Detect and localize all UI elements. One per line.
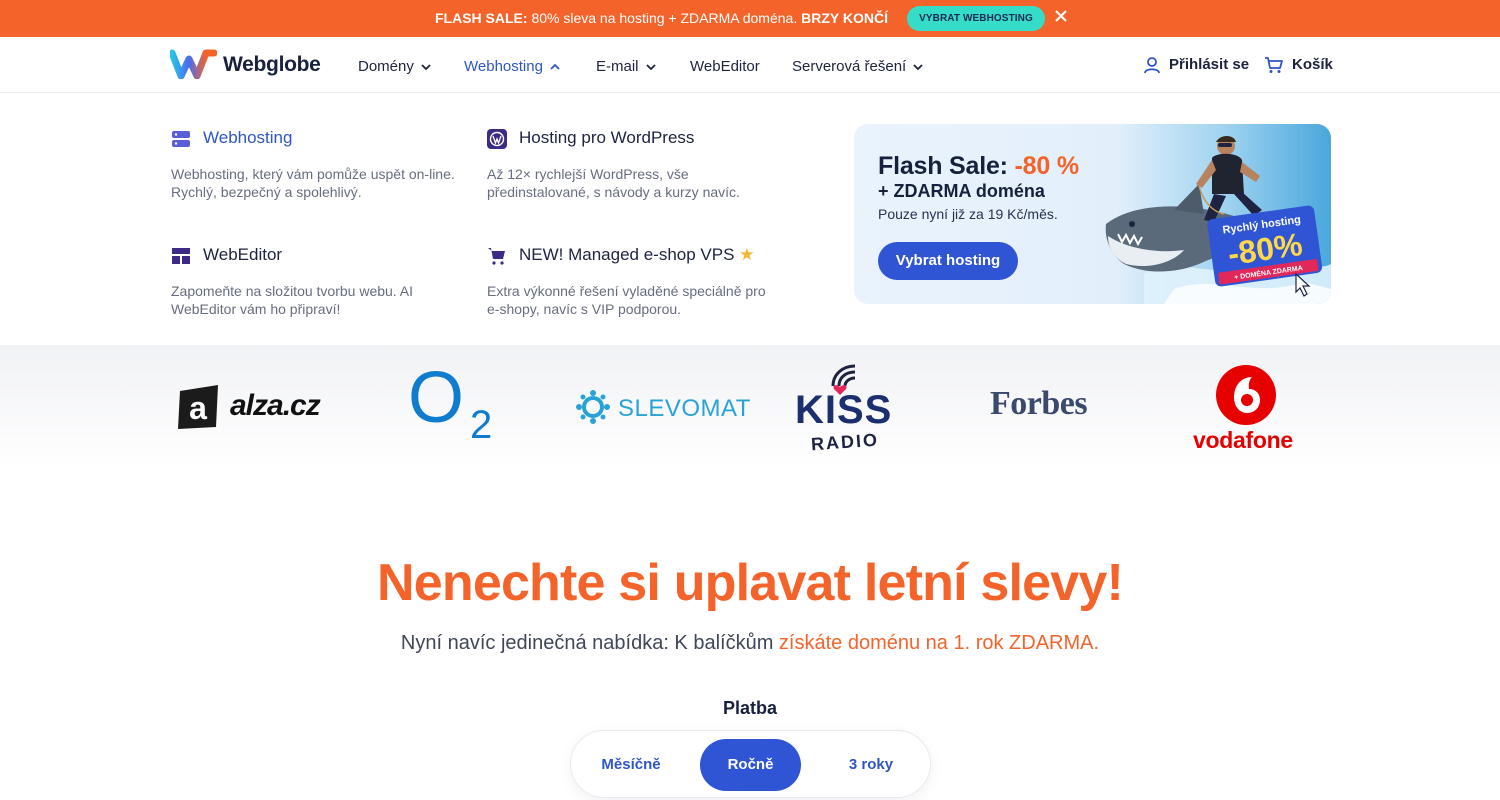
o2-logo: O 2: [408, 358, 500, 451]
card-title-discount: -80 %: [1014, 152, 1080, 180]
promo-bold-suffix: BRZY KONČÍ: [801, 10, 888, 26]
nav-webhosting[interactable]: Webhosting: [464, 58, 561, 76]
shopping-cart-icon: [488, 248, 505, 265]
forbes-logo: Forbes: [990, 385, 1110, 429]
logo[interactable]: Webglobe: [170, 49, 321, 81]
flash-sale-card: Flash Sale: -80 % + ZDARMA doména Pouze …: [854, 124, 1331, 304]
o2-subscript: 2: [470, 403, 493, 447]
kiss-radio-text: RADIO: [810, 429, 880, 455]
kiss-radio-logo: KISS RADIO: [795, 360, 907, 455]
slevomat-logo: SLEVOMAT: [576, 390, 750, 424]
chevron-down-icon: [645, 64, 656, 71]
vodafone-text: vodafone: [1193, 427, 1293, 453]
vodafone-logo: vodafone: [1193, 363, 1303, 455]
client-logos: a alza.cz O 2 SLEVOMAT KISS RADIO Forbes…: [0, 345, 1500, 470]
menu-desc-eshop-vps: Extra výkonné řešení vyladěné speciálně …: [487, 283, 766, 317]
subline-plain: Nyní navíc jedinečná nabídka: K balíčkům: [400, 632, 779, 654]
menu-item-webhosting[interactable]: Webhosting Webhosting, který vám pomůže …: [171, 128, 471, 208]
logo-text: Webglobe: [223, 53, 321, 76]
card-subtitle: + ZDARMA doména: [878, 181, 1045, 201]
login-label: Přihlásit se: [1169, 56, 1250, 73]
menu-desc-wordpress: Až 12× rychlejší WordPress, vše předinst…: [487, 166, 740, 200]
login-link[interactable]: Přihlásit se: [1143, 56, 1249, 76]
menu-title-webeditor: WebEditor: [203, 245, 283, 264]
promo-cta-button[interactable]: VYBRAT WEBHOSTING: [907, 6, 1045, 31]
alza-logo: a alza.cz: [176, 383, 336, 433]
promo-bold-prefix: FLASH SALE:: [435, 10, 528, 26]
nav-webeditor[interactable]: WebEditor: [690, 58, 760, 76]
cart-icon: [1265, 57, 1283, 74]
section-headline: Nenechte si uplavat letní slevy!: [376, 554, 1124, 612]
o2-letter: O: [408, 358, 465, 438]
forbes-text: Forbes: [990, 385, 1088, 422]
nav-webhosting-label: Webhosting: [464, 58, 543, 75]
menu-item-wordpress[interactable]: Hosting pro WordPress Až 12× rychlejší W…: [487, 128, 787, 208]
chevron-up-icon: [550, 63, 560, 70]
menu-title-eshop-vps-text: NEW! Managed e-shop VPS: [519, 245, 735, 264]
chevron-down-icon: [421, 64, 431, 71]
subline-highlight: získáte doménu na 1. rok ZDARMA.: [778, 632, 1100, 654]
card-title-prefix: Flash Sale:: [878, 152, 1008, 180]
menu-desc-webhosting: Webhosting, který vám pomůže uspět on-li…: [171, 166, 455, 200]
card-price: Pouze nyní již za 19 Kč/měs.: [878, 206, 1058, 222]
promo-bar: FLASH SALE: 80% sleva na hosting + ZDARM…: [0, 0, 1500, 37]
star-icon: ★: [739, 245, 755, 264]
promo-body: 80% sleva na hosting + ZDARMA doména.: [527, 10, 802, 26]
nav-domeny[interactable]: Domény: [358, 58, 432, 76]
menu-title-eshop-vps: NEW! Managed e-shop VPS ★: [519, 245, 754, 265]
chevron-down-icon: [913, 64, 923, 71]
card-title: Flash Sale: -80 %: [878, 152, 1079, 181]
alza-mark-icon: a: [178, 385, 218, 429]
nav-server-solutions[interactable]: Serverová řešení: [792, 58, 924, 76]
nav-email[interactable]: E-mail: [596, 58, 657, 76]
gear-icon: [576, 390, 610, 424]
kiss-text: KISS: [795, 388, 893, 432]
server-icon: [172, 131, 190, 147]
cart-label: Košík: [1292, 56, 1333, 73]
slevomat-text: SLEVOMAT: [618, 395, 751, 422]
nav-domeny-label: Domény: [358, 58, 414, 75]
menu-item-webeditor[interactable]: WebEditor Zapomeňte na složitou tvorbu w…: [171, 245, 471, 325]
layout-icon: [172, 248, 190, 264]
nav-email-label: E-mail: [596, 58, 639, 75]
vodafone-mark-icon: [1216, 365, 1276, 425]
site-header: Webglobe Domény Webhosting E-mail WebEdi…: [0, 37, 1500, 93]
menu-desc-webeditor: Zapomeňte na složitou tvorbu webu. AI We…: [171, 283, 414, 317]
billing-label: Platba: [722, 698, 778, 718]
billing-yearly[interactable]: Ročně: [700, 739, 801, 791]
menu-item-eshop-vps[interactable]: NEW! Managed e-shop VPS ★ Extra výkonné …: [487, 245, 787, 325]
billing-3years[interactable]: 3 roky: [825, 739, 917, 791]
billing-toggle: Měsíčně Ročně 3 roky: [570, 730, 931, 798]
logo-mark-icon: [170, 49, 217, 79]
nav-webeditor-label: WebEditor: [690, 58, 760, 75]
card-cta-button[interactable]: Vybrat hosting: [878, 242, 1018, 280]
card-illustration: Rychlý hosting -80% + DOMÉNA ZDARMA: [1105, 136, 1331, 304]
billing-monthly[interactable]: Měsíčně: [585, 739, 677, 791]
user-icon: [1144, 57, 1160, 74]
menu-title-webhosting: Webhosting: [203, 128, 293, 147]
nav-server-solutions-label: Serverová řešení: [792, 58, 907, 75]
menu-title-wordpress: Hosting pro WordPress: [519, 128, 695, 147]
section-subline: Nyní navíc jedinečná nabídka: K balíčkům…: [0, 632, 1500, 655]
cart-link[interactable]: Košík: [1264, 56, 1333, 76]
close-icon[interactable]: [1054, 10, 1068, 26]
wordpress-icon: [487, 129, 507, 149]
promo-text: FLASH SALE: 80% sleva na hosting + ZDARM…: [435, 10, 888, 26]
alza-mark-letter: a: [189, 390, 207, 426]
alza-text: alza.cz: [230, 389, 321, 422]
